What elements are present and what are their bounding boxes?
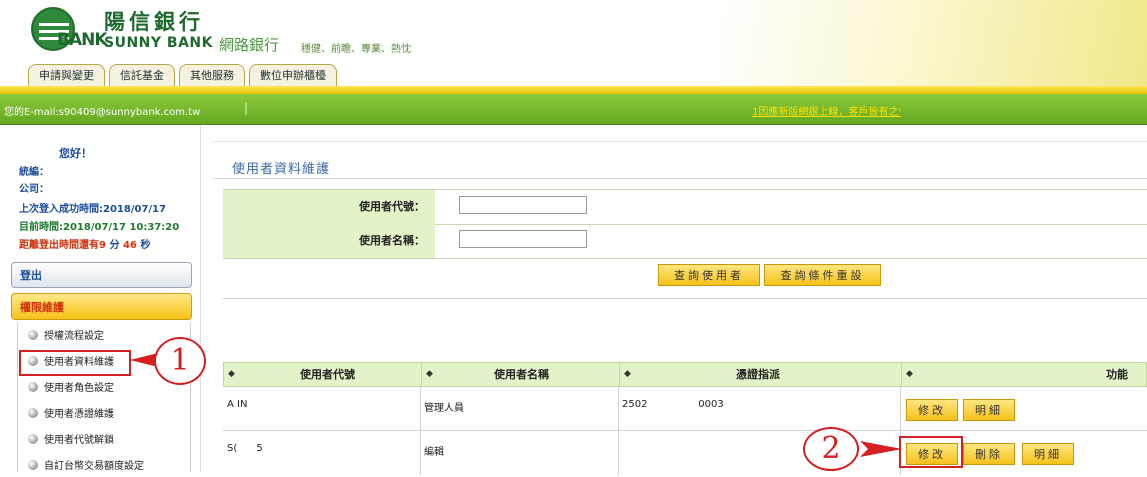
tab-digital-counter[interactable]: 數位申辦櫃檯 xyxy=(249,64,337,86)
menu-item-twd-limit[interactable]: 自訂台幣交易額度設定 xyxy=(28,457,144,477)
menu-section-permission[interactable]: 權限維護 xyxy=(11,293,192,320)
detail-button[interactable]: 明細 xyxy=(1022,443,1074,465)
header: BANK 陽信銀行 SUNNY BANK 網路銀行 穩健、前瞻、專業、熱忱 申請… xyxy=(0,0,1147,94)
cell-user-id: S( 5 xyxy=(223,431,421,475)
annotation-arrow-icon xyxy=(860,441,902,457)
table-row: S( 5 編輯 修改 刪除 明細 xyxy=(223,431,1147,475)
current-time-label: 目前時間: xyxy=(19,222,63,233)
cell-user-name: 編輯 xyxy=(421,431,619,475)
bullet-icon xyxy=(28,330,38,340)
sort-icon: ◆ xyxy=(906,369,913,379)
col-header-label: 使用者代號 xyxy=(300,368,355,381)
highlight-box-menu xyxy=(19,350,131,376)
col-header-user-name[interactable]: ◆ 使用者名稱 xyxy=(422,363,620,386)
page-title-bar: 使用者資料維護 xyxy=(213,141,1147,179)
logo-bank-text: BANK xyxy=(57,30,108,50)
user-email: 您的E-mail:s90409@sunnybank.com.tw xyxy=(4,107,201,118)
cell-user-name: 管理人員 xyxy=(421,387,619,431)
query-user-button[interactable]: 查詢使用者 xyxy=(658,264,760,286)
col-header-label: 功能 xyxy=(1106,368,1128,381)
reset-query-button[interactable]: 查詢條件重設 xyxy=(764,264,881,286)
bullet-icon xyxy=(28,408,38,418)
logout-button[interactable]: 登出 xyxy=(11,262,192,288)
col-header-cert[interactable]: ◆ 憑證指派 xyxy=(620,363,902,386)
bar-separator: | xyxy=(244,101,249,115)
header-divider xyxy=(0,86,1147,94)
bank-name-english: SUNNY BANK xyxy=(104,35,213,51)
annotation-callout-2: 2 xyxy=(803,427,859,471)
slogan: 穩健、前瞻、專業、熱忱 xyxy=(301,44,411,55)
menu-item-unlock[interactable]: 使用者代號解鎖 xyxy=(28,431,114,451)
page-title: 使用者資料維護 xyxy=(232,162,331,177)
form-row-user-id: 使用者代號： xyxy=(223,189,1147,225)
bank-name-chinese: 陽信銀行 xyxy=(104,9,204,34)
logout-countdown: 距離登出時間還有9 分 46 秒 xyxy=(19,236,150,251)
user-name-label: 使用者名稱： xyxy=(223,224,435,258)
netbank-title: 網路銀行 xyxy=(219,36,280,54)
menu-item-label: 授權流程設定 xyxy=(44,331,104,342)
form-row-user-name: 使用者名稱： xyxy=(223,224,1147,259)
sort-icon: ◆ xyxy=(624,369,631,379)
menu-item-auth-flow[interactable]: 授權流程設定 xyxy=(28,327,104,347)
annotation-callout-1: 1 xyxy=(154,337,206,385)
cell-cert: 2502 0003 xyxy=(619,387,901,431)
countdown-minutes: 9 xyxy=(99,240,106,251)
detail-button[interactable]: 明細 xyxy=(963,399,1015,421)
tab-other-services[interactable]: 其他服務 xyxy=(179,64,245,86)
bullet-icon xyxy=(28,434,38,444)
menu-item-user-role[interactable]: 使用者角色設定 xyxy=(28,379,114,399)
main-content: 使用者資料維護 使用者代號： 使用者名稱： 查詢使用者 查詢條件重設 ◆ 使用者… xyxy=(213,141,1147,475)
col-header-function[interactable]: ◆ 功能 xyxy=(902,363,1146,386)
bullet-icon xyxy=(28,460,38,470)
menu-item-label: 使用者角色設定 xyxy=(44,383,114,394)
menu-item-user-cert[interactable]: 使用者憑證維護 xyxy=(28,405,114,425)
sort-icon: ◆ xyxy=(426,369,433,379)
tax-id-label: 統編： xyxy=(19,167,49,178)
col-header-label: 憑證指派 xyxy=(736,368,780,381)
bullet-icon xyxy=(28,382,38,392)
edit-button[interactable]: 修改 xyxy=(906,399,958,421)
highlight-box-edit xyxy=(899,436,963,468)
last-login-label: 上次登入成功時間: xyxy=(19,204,103,215)
tab-trust-fund[interactable]: 信託基金 xyxy=(109,64,175,86)
countdown-sec-unit: 秒 xyxy=(136,240,151,251)
tab-apply-change[interactable]: 申請與變更 xyxy=(28,64,105,86)
col-header-user-id[interactable]: ◆ 使用者代號 xyxy=(224,363,422,386)
top-tabs: 申請與變更 信託基金 其他服務 數位申辦櫃檯 xyxy=(28,64,337,86)
cell-cert xyxy=(619,431,901,475)
last-login-value: 2018/07/17 xyxy=(103,204,166,215)
user-name-input[interactable] xyxy=(459,230,587,248)
countdown-seconds: 46 xyxy=(122,240,137,251)
user-id-input[interactable] xyxy=(459,196,587,214)
announcement-link[interactable]: 1因應新版網銀上線，客戶皆有之' xyxy=(752,103,901,118)
countdown-prefix: 距離登出時間還有 xyxy=(19,240,99,251)
sort-icon: ◆ xyxy=(228,369,235,379)
col-header-label: 使用者名稱 xyxy=(494,368,549,381)
countdown-min-unit: 分 xyxy=(105,240,123,251)
cell-user-id: A IN xyxy=(223,387,421,431)
current-time: 目前時間:2018/07/17 10:37:20 xyxy=(19,218,179,233)
table-header: ◆ 使用者代號 ◆ 使用者名稱 ◆ 憑證指派 ◆ 功能 xyxy=(223,362,1147,387)
company-label: 公司： xyxy=(19,184,49,195)
user-id-label: 使用者代號： xyxy=(223,190,435,224)
header-background xyxy=(717,0,1147,94)
sidebar: 您好！ 統編： 公司： 上次登入成功時間:2018/07/17 目前時間:201… xyxy=(0,125,201,472)
greeting: 您好！ xyxy=(59,147,92,160)
section-divider xyxy=(223,298,1147,299)
table-row: A IN 管理人員 2502 0003 修改 明細 xyxy=(223,387,1147,431)
info-bar: 您的E-mail:s90409@sunnybank.com.tw | 1因應新版… xyxy=(0,94,1147,125)
menu-item-label: 使用者代號解鎖 xyxy=(44,435,114,446)
last-login: 上次登入成功時間:2018/07/17 xyxy=(19,200,166,215)
cell-actions: 修改 明細 xyxy=(901,387,1147,431)
menu-item-label: 自訂台幣交易額度設定 xyxy=(44,461,144,472)
menu-item-label: 使用者憑證維護 xyxy=(44,409,114,420)
delete-button[interactable]: 刪除 xyxy=(963,443,1015,465)
current-time-value: 2018/07/17 10:37:20 xyxy=(63,222,180,233)
